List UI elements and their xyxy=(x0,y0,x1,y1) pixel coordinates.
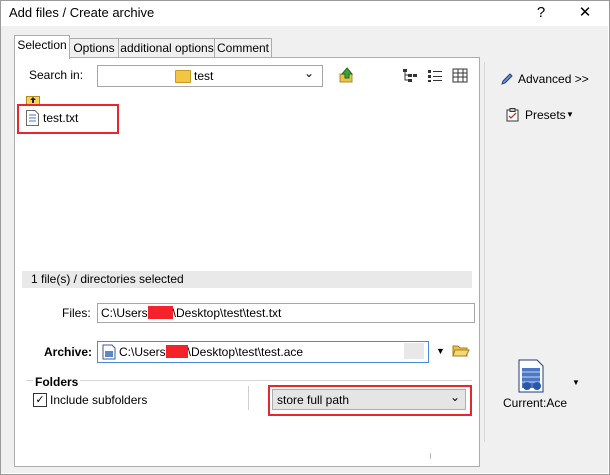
window-title: Add files / Create archive xyxy=(9,5,155,20)
ace-archiver-icon[interactable] xyxy=(513,358,549,394)
archive-value-suffix: \Desktop\test\test.ace xyxy=(187,345,304,359)
presets-label: Presets xyxy=(525,108,566,122)
path-mode-dropdown[interactable]: store full path ⌄ xyxy=(272,389,466,410)
include-subfolders-label: Include subfolders xyxy=(50,393,148,407)
advanced-label: Advanced >> xyxy=(518,72,589,86)
files-field[interactable]: C:\Users \Desktop\test\test.txt xyxy=(97,303,475,323)
right-panel-divider xyxy=(484,62,485,442)
tab-selection[interactable]: Selection xyxy=(14,35,70,59)
files-value-prefix: C:\Users xyxy=(101,306,148,320)
close-button[interactable]: ✕ xyxy=(571,3,599,23)
archive-field-spacer xyxy=(404,343,424,359)
files-label: Files: xyxy=(62,306,91,320)
files-value-suffix: \Desktop\test\test.txt xyxy=(172,306,282,320)
archive-dropdown-arrow-icon[interactable]: ▼ xyxy=(436,346,445,356)
archive-label: Archive: xyxy=(44,345,93,359)
folders-divider xyxy=(248,386,249,410)
search-in-label: Search in: xyxy=(29,68,84,82)
list-view-icon[interactable] xyxy=(427,68,443,83)
archive-file-icon xyxy=(102,344,116,360)
selection-status: 1 file(s) / directories selected xyxy=(22,271,472,288)
current-dropdown-arrow-icon[interactable]: ▼ xyxy=(572,378,580,387)
tab-additional-options[interactable]: additional options xyxy=(118,38,216,58)
folders-heading: Folders xyxy=(33,375,81,389)
archive-field[interactable]: C:\Users \Desktop\test\test.ace xyxy=(97,341,429,363)
current-profile-label: Current:Ace xyxy=(503,396,568,410)
pencil-icon xyxy=(501,73,513,85)
include-subfolders-checkbox[interactable]: ✓ xyxy=(33,393,47,407)
title-bar[interactable]: Add files / Create archive ? ✕ xyxy=(1,1,608,25)
search-in-combo[interactable]: test ⌄ xyxy=(97,65,323,87)
path-mode-value: store full path xyxy=(277,393,350,407)
folder-up-icon[interactable] xyxy=(338,66,356,84)
tab-options[interactable]: Options xyxy=(68,38,120,58)
status-text: 1 file(s) / directories selected xyxy=(31,272,184,286)
redacted-username xyxy=(147,306,173,319)
open-folder-icon[interactable] xyxy=(452,343,470,358)
search-in-value: test xyxy=(194,69,214,83)
details-view-icon[interactable] xyxy=(452,68,468,83)
chevron-down-icon[interactable]: ⌄ xyxy=(304,66,314,80)
folder-icon xyxy=(175,70,191,83)
presets-dropdown-arrow-icon: ▼ xyxy=(566,110,574,119)
folders-group-line xyxy=(26,380,472,381)
tree-view-icon[interactable] xyxy=(402,68,418,83)
clipboard-icon xyxy=(506,108,519,122)
chevron-down-icon[interactable]: ⌄ xyxy=(450,390,460,404)
text-file-icon xyxy=(26,110,39,126)
status-separator xyxy=(430,453,431,459)
archive-value-prefix: C:\Users xyxy=(119,345,166,359)
help-button[interactable]: ? xyxy=(527,3,555,23)
file-name: test.txt xyxy=(43,111,79,125)
tab-comment[interactable]: Comment xyxy=(214,38,272,58)
redacted-username xyxy=(165,345,188,358)
